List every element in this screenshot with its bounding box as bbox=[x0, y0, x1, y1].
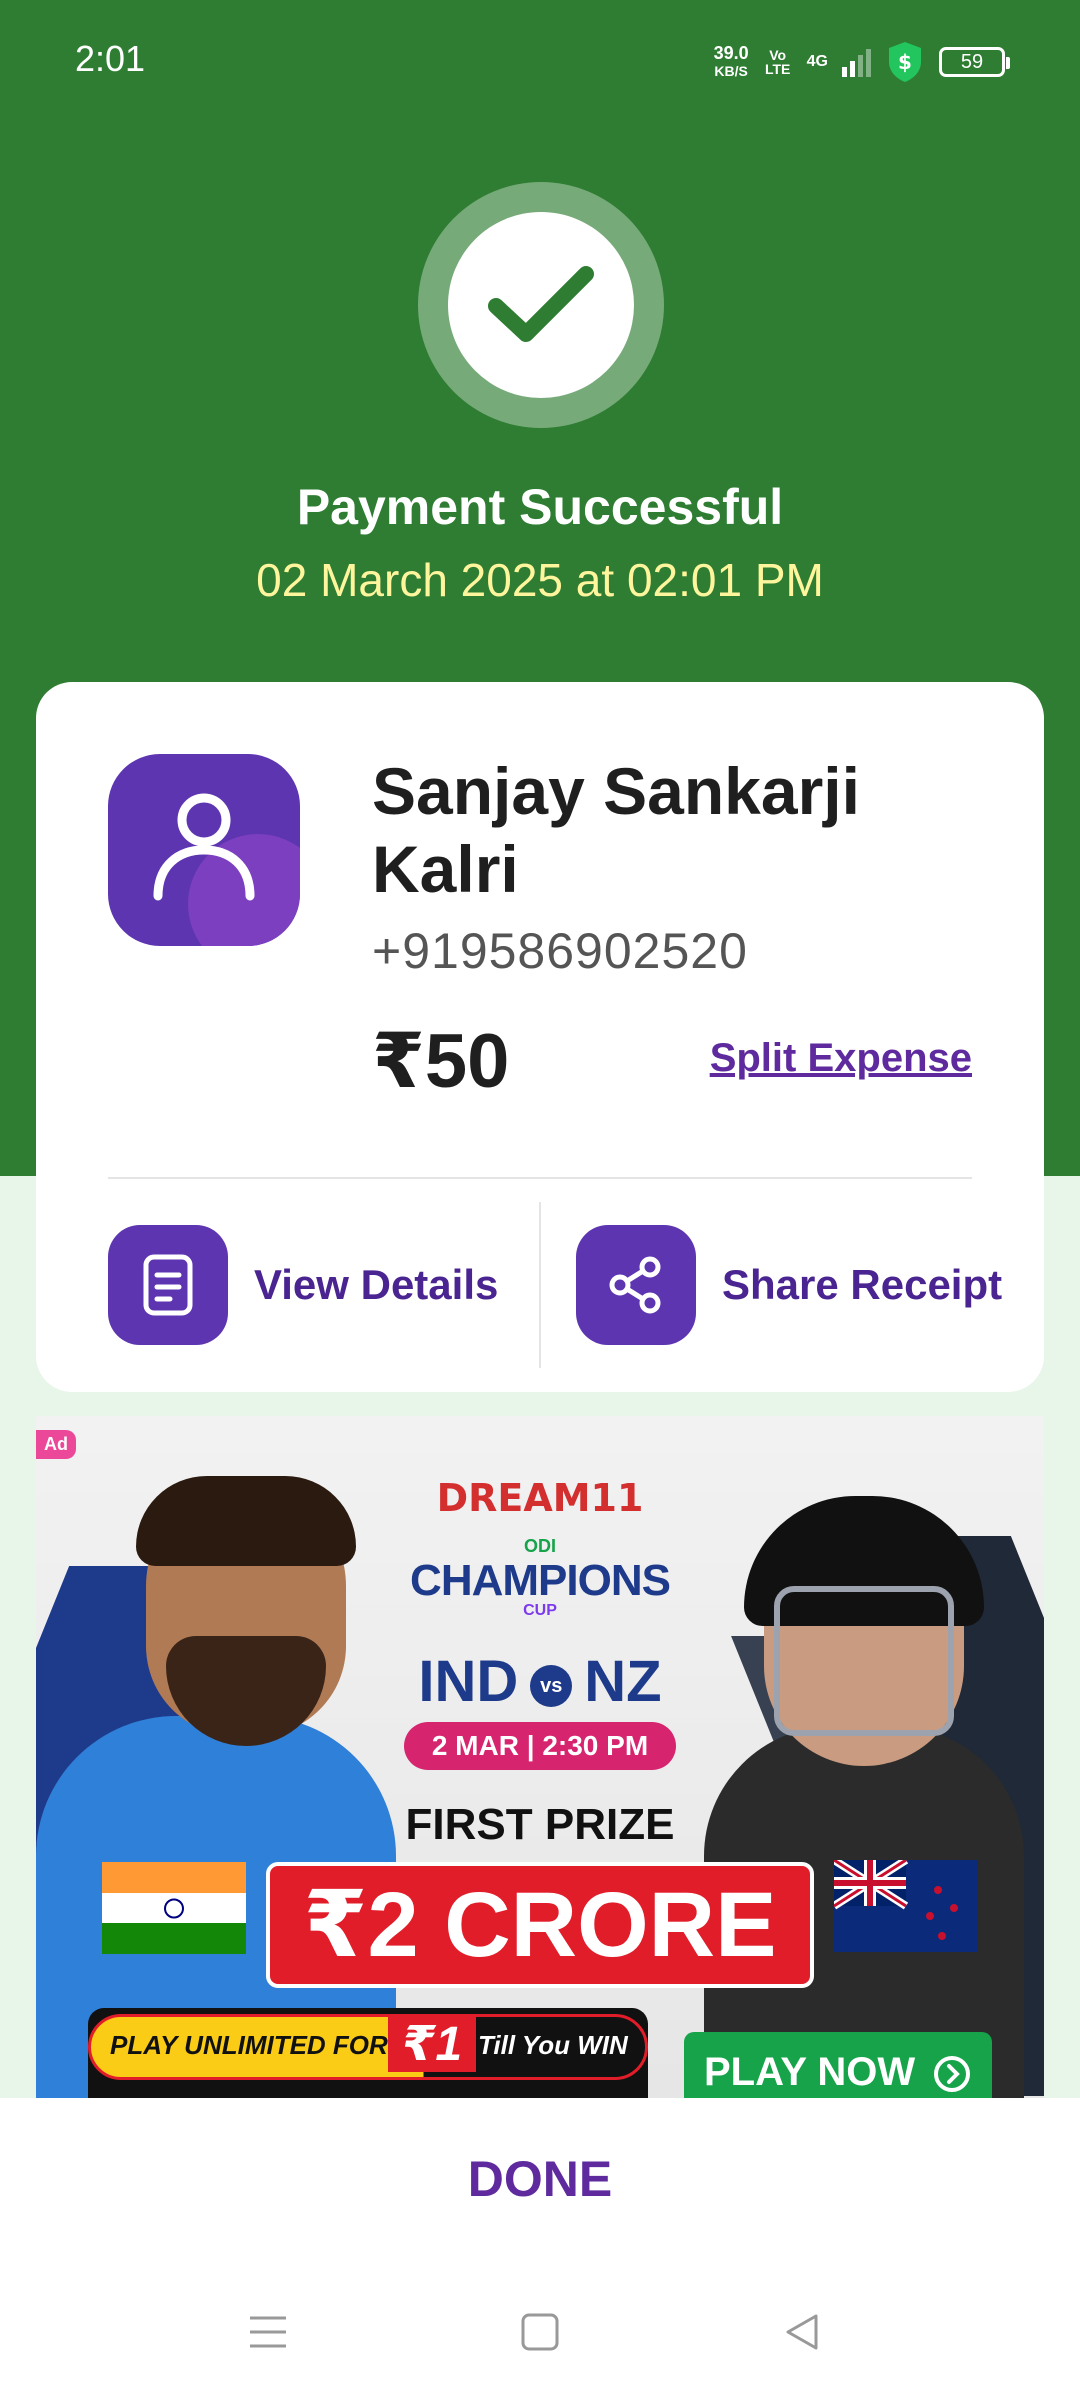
play-now-button[interactable]: PLAY NOW bbox=[684, 2032, 992, 2098]
svg-text:$: $ bbox=[898, 50, 912, 74]
ad-date: 2 MAR | 2:30 PM bbox=[403, 1722, 677, 1770]
document-icon bbox=[108, 1225, 228, 1345]
success-check-icon bbox=[448, 212, 634, 398]
payment-status-title: Payment Successful bbox=[296, 479, 784, 535]
ad-prize: ₹2 CRORE bbox=[265, 1862, 815, 1988]
network-speed-unit: KB/S bbox=[714, 63, 748, 79]
ad-banner[interactable]: DREAM11 ODI CHAMPIONS CUP IND vs NZ 2 MAR … bbox=[36, 1416, 1044, 2098]
ad-till-win: Till You WIN bbox=[478, 2030, 628, 2060]
bottom-bar bbox=[0, 2098, 1080, 2400]
dream11-logo: DREAM11 bbox=[436, 1476, 644, 1520]
volte-icon: Vo LTE bbox=[764, 47, 791, 77]
ad-play-amount: ₹1 bbox=[388, 2016, 477, 2072]
ad-cup-label: CUP bbox=[523, 1602, 557, 1619]
avatar bbox=[108, 754, 300, 946]
payee-name: Sanjay Sankarji Kalri bbox=[372, 754, 860, 906]
security-shield-icon: $ bbox=[889, 42, 921, 82]
play-now-label: PLAY NOW bbox=[704, 2050, 916, 2094]
divider bbox=[108, 1177, 972, 1179]
split-expense-link[interactable]: Split Expense bbox=[710, 1036, 972, 1081]
divider bbox=[539, 1202, 541, 1368]
ad-odi-label: ODI bbox=[523, 1536, 556, 1556]
network-type: 4G bbox=[806, 53, 828, 70]
ad-play-unlimited-text: PLAY UNLIMITED FOR bbox=[110, 2030, 388, 2060]
status-bar: 2:01 39.0 KB/S Vo LTE 4G $ 59 bbox=[0, 0, 1080, 124]
ad-vs-badge: vs bbox=[530, 1664, 573, 1707]
ad-tournament: CHAMPIONS bbox=[410, 1556, 671, 1605]
view-details-label: View Details bbox=[254, 1261, 499, 1308]
back-icon[interactable] bbox=[780, 2310, 824, 2354]
share-receipt-label: Share Receipt bbox=[722, 1261, 1003, 1308]
network-speed-value: 39.0 bbox=[713, 43, 749, 63]
done-button[interactable]: DONE bbox=[0, 2150, 1080, 2208]
ad-match: IND vs NZ bbox=[36, 1648, 1044, 1715]
status-time: 2:01 bbox=[75, 38, 146, 79]
ad-team1: IND bbox=[418, 1649, 519, 1714]
payment-amount: ₹50 bbox=[372, 1019, 510, 1104]
signal-icon bbox=[842, 47, 871, 77]
share-receipt-button[interactable]: Share Receipt bbox=[576, 1225, 1002, 1345]
battery-level: 59 bbox=[960, 50, 984, 73]
ad-badge: Ad bbox=[36, 1430, 76, 1459]
status-icons: 39.0 KB/S Vo LTE 4G $ 59 bbox=[714, 38, 1010, 86]
battery-icon: 59 bbox=[939, 47, 1010, 77]
payment-card: Sanjay Sankarji Kalri +919586902520 ₹50 … bbox=[36, 682, 1044, 1392]
view-details-button[interactable]: View Details bbox=[108, 1225, 498, 1345]
ad-team2: NZ bbox=[584, 1649, 662, 1714]
arrow-right-circle-icon bbox=[934, 2056, 971, 2093]
person-icon bbox=[153, 793, 255, 901]
ad-play-unlimited: PLAY UNLIMITED FOR ₹1 Till You WIN bbox=[88, 2008, 648, 2098]
network-speed: 39.0 KB/S bbox=[714, 44, 749, 80]
home-icon[interactable] bbox=[518, 2310, 562, 2354]
payment-datetime: 02 March 2025 at 02:01 PM bbox=[256, 554, 824, 606]
payee-phone: +919586902520 bbox=[372, 923, 748, 979]
share-icon bbox=[576, 1225, 696, 1345]
ad-first-prize-label: FIRST PRIZE bbox=[405, 1800, 675, 1849]
ad-date-badge: 2 MAR | 2:30 PM bbox=[36, 1722, 1044, 1770]
menu-icon[interactable] bbox=[246, 2310, 290, 2354]
ad-prize-badge: ₹2 CRORE bbox=[36, 1862, 1044, 1988]
